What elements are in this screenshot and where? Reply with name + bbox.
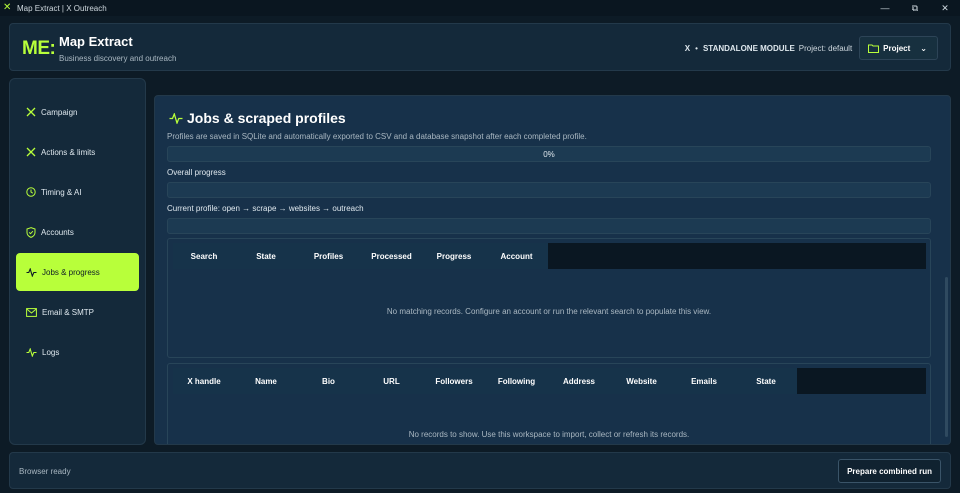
column-header-profiles[interactable]: Profiles [297, 243, 360, 269]
scrollbar-thumb[interactable] [945, 277, 948, 437]
folder-icon [868, 44, 880, 53]
current-profile-label: Current profile: open → scrape → website… [167, 204, 364, 213]
sidebar-item-label: Logs [42, 347, 60, 357]
overall-progress-bar [167, 182, 931, 198]
column-header-address[interactable]: Address [548, 368, 610, 394]
x-icon [26, 107, 36, 117]
column-header-account[interactable]: Account [485, 243, 548, 269]
column-header-processed[interactable]: Processed [360, 243, 423, 269]
project-button-label: Project [883, 43, 911, 53]
window-titlebar: ✕ Map Extract | X Outreach — ⧉ ✕ [0, 0, 960, 16]
status-footer: Browser ready Prepare combined run [9, 452, 951, 489]
section-description: Profiles are saved in SQLite and automat… [167, 132, 587, 141]
profiles-table-header-filler [797, 368, 926, 394]
status-text: Browser ready [19, 467, 71, 476]
chevron-down-icon: ⌄ [920, 43, 927, 53]
x-icon [26, 147, 36, 157]
jobs-table-header-filler [548, 243, 926, 269]
sidebar-item-jobs-progress[interactable]: Jobs & progress [16, 253, 139, 291]
profiles-empty-message: No records to show. Use this workspace t… [408, 430, 690, 439]
platform-label: X [684, 43, 691, 53]
brand-title: Map Extract [59, 34, 133, 49]
activity-icon [26, 267, 37, 277]
section-title-text: Jobs & scraped profiles [187, 110, 346, 126]
app-x-icon: ✕ [3, 2, 12, 13]
current-profile-bar [167, 218, 931, 234]
profiles-table: X handle Name Bio URL Followers Followin… [167, 363, 931, 444]
clock-icon [26, 187, 36, 197]
progress-percent-bar: 0% [167, 146, 931, 162]
header-meta: X • STANDALONE MODULE Project: default P… [685, 36, 938, 60]
column-header-followers[interactable]: Followers [423, 368, 485, 394]
restore-icon[interactable]: ⧉ [900, 0, 930, 16]
prepare-combined-run-button[interactable]: Prepare combined run [838, 459, 941, 483]
sidebar: Campaign Actions & limits Timing & AI Ac… [9, 78, 146, 445]
column-header-state[interactable]: State [235, 243, 297, 269]
module-label: STANDALONE MODULE [702, 43, 795, 53]
activity-icon [26, 347, 37, 357]
brand-subtitle: Business discovery and outreach [59, 54, 177, 63]
progress-percent-label: 0% [543, 149, 555, 159]
overall-progress-label: Overall progress [167, 168, 226, 177]
sidebar-item-label: Actions & limits [41, 147, 96, 157]
separator-dot: • [695, 43, 698, 53]
sidebar-item-accounts[interactable]: Accounts [16, 213, 139, 251]
project-button[interactable]: Project ⌄ [859, 36, 938, 60]
project-label: Project: default [798, 43, 853, 53]
column-header-website[interactable]: Website [610, 368, 673, 394]
window-title: Map Extract | X Outreach [17, 3, 107, 13]
scrollbar[interactable] [944, 102, 948, 442]
close-icon[interactable]: ✕ [930, 0, 960, 16]
jobs-table: Search State Profiles Processed Progress… [167, 238, 931, 358]
column-header-emails[interactable]: Emails [673, 368, 735, 394]
sidebar-item-label: Jobs & progress [42, 267, 100, 277]
section-title: Jobs & scraped profiles [169, 110, 346, 126]
activity-icon [169, 112, 183, 124]
sidebar-item-label: Timing & AI [41, 187, 82, 197]
app-header: ME: Map Extract Business discovery and o… [9, 23, 951, 71]
jobs-table-header: Search State Profiles Processed Progress… [173, 243, 548, 269]
brand-logo: ME: [22, 38, 56, 59]
column-header-following[interactable]: Following [485, 368, 548, 394]
profiles-table-header: X handle Name Bio URL Followers Followin… [173, 368, 797, 394]
column-header-name[interactable]: Name [235, 368, 297, 394]
column-header-x-handle[interactable]: X handle [173, 368, 235, 394]
sidebar-item-label: Campaign [41, 107, 78, 117]
shield-check-icon [26, 226, 36, 238]
sidebar-item-campaign[interactable]: Campaign [16, 93, 139, 131]
jobs-panel: Jobs & scraped profiles Profiles are sav… [154, 95, 951, 445]
sidebar-item-timing-ai[interactable]: Timing & AI [16, 173, 139, 211]
mail-icon [26, 307, 37, 317]
column-header-bio[interactable]: Bio [297, 368, 360, 394]
column-header-search[interactable]: Search [173, 243, 235, 269]
minimize-icon[interactable]: — [870, 0, 900, 16]
column-header-url[interactable]: URL [360, 368, 423, 394]
column-header-state[interactable]: State [735, 368, 797, 394]
jobs-empty-message: No matching records. Configure an accoun… [386, 307, 712, 316]
column-header-progress[interactable]: Progress [423, 243, 485, 269]
sidebar-item-logs[interactable]: Logs [16, 333, 139, 371]
sidebar-item-email-smtp[interactable]: Email & SMTP [16, 293, 139, 331]
sidebar-item-label: Accounts [41, 227, 74, 237]
window-controls: — ⧉ ✕ [870, 0, 960, 16]
sidebar-item-label: Email & SMTP [42, 307, 95, 317]
sidebar-item-actions-limits[interactable]: Actions & limits [16, 133, 139, 171]
